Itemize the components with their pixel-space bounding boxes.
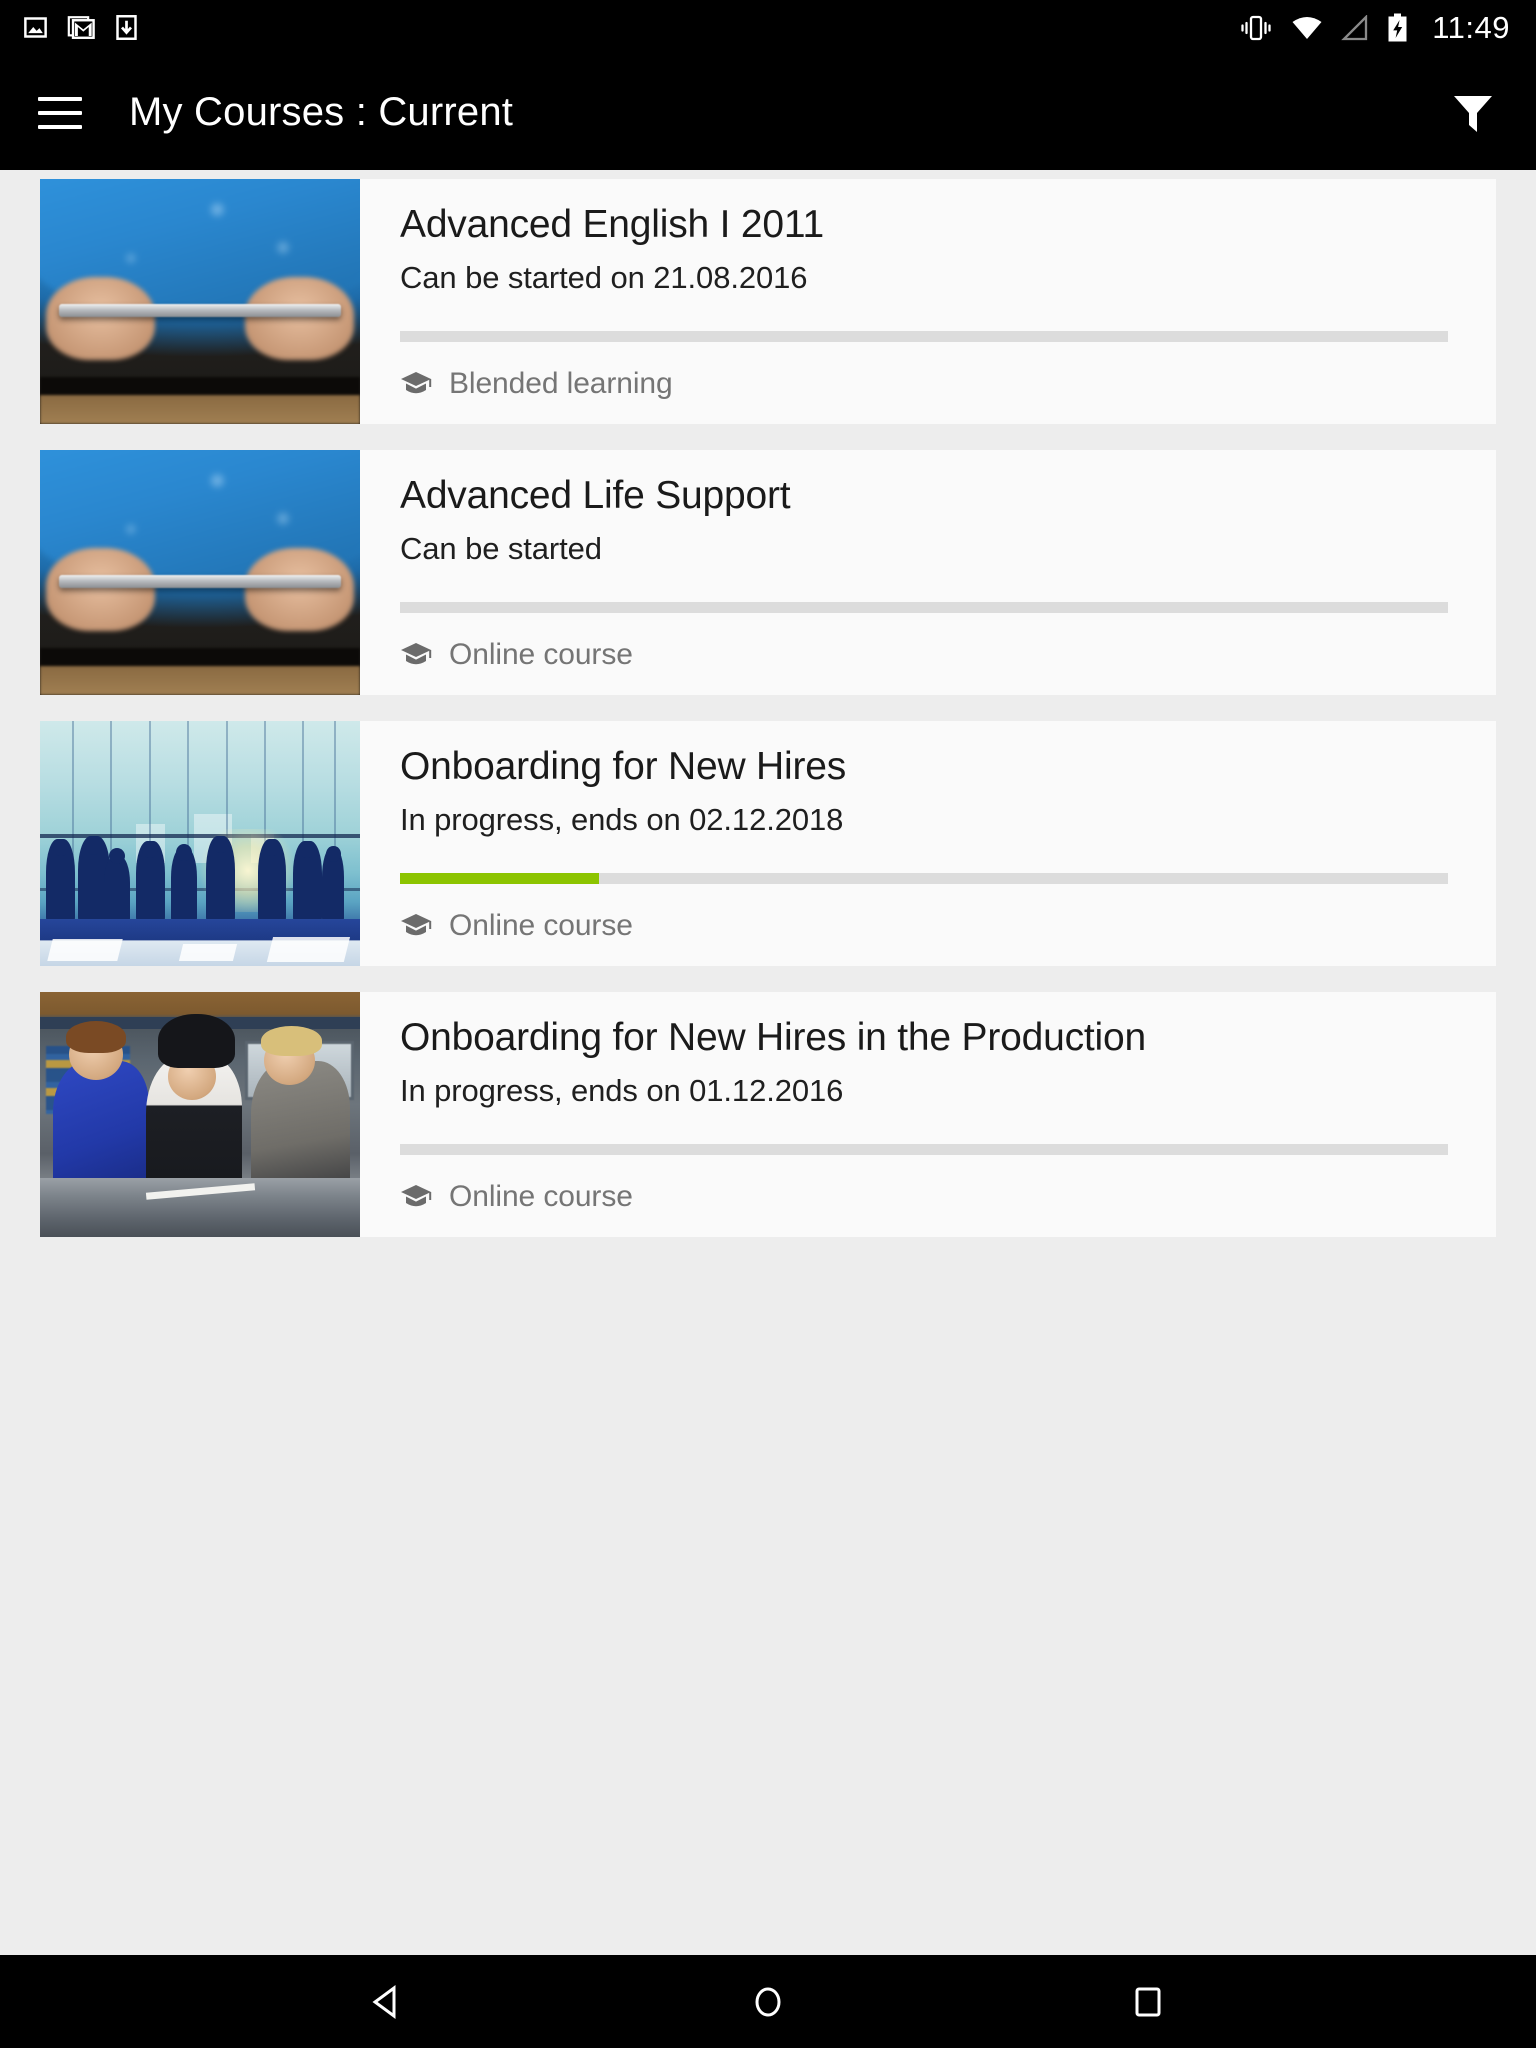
battery-charging-icon	[1388, 13, 1407, 41]
course-type-label: Blended learning	[449, 367, 673, 400]
course-thumbnail	[40, 450, 360, 695]
app-bar: My Courses : Current	[0, 55, 1536, 170]
course-type-row: Online course	[400, 638, 633, 672]
graduation-cap-icon	[401, 1185, 432, 1207]
course-status: Can be started on 21.08.2016	[400, 259, 808, 295]
course-list: Advanced English I 2011 Can be started o…	[0, 170, 1536, 1955]
page-title: My Courses : Current	[129, 90, 514, 134]
download-icon	[116, 15, 137, 40]
course-progress-bar	[400, 1144, 1448, 1155]
hamburger-menu-icon[interactable]	[38, 96, 82, 129]
signal-icon	[1341, 14, 1368, 40]
course-progress-fill	[400, 873, 600, 884]
gmail-icon	[67, 16, 95, 39]
course-progress-bar	[400, 331, 1448, 342]
status-bar: 11:49	[0, 0, 1536, 55]
course-status: Can be started	[400, 530, 602, 566]
course-status: In progress, ends on 01.12.2016	[400, 1072, 844, 1108]
course-thumbnail	[40, 992, 360, 1237]
course-card-body: Onboarding for New Hires in the Producti…	[360, 992, 1496, 1237]
course-type-row: Online course	[400, 909, 633, 943]
course-type-row: Blended learning	[400, 367, 673, 401]
vibrate-icon	[1241, 15, 1271, 40]
recents-icon[interactable]	[1113, 1967, 1183, 2037]
course-status: In progress, ends on 02.12.2018	[400, 801, 844, 837]
home-icon[interactable]	[733, 1967, 803, 2037]
course-type-label: Online course	[449, 909, 633, 942]
graduation-cap-icon	[401, 372, 432, 394]
course-title: Advanced Life Support	[400, 474, 791, 517]
course-type-row: Online course	[400, 1180, 633, 1214]
course-card[interactable]: Advanced English I 2011 Can be started o…	[40, 179, 1496, 424]
course-type-label: Online course	[449, 638, 633, 671]
course-progress-bar	[400, 602, 1448, 613]
filter-funnel-icon[interactable]	[1440, 80, 1506, 146]
graduation-cap-icon	[401, 643, 432, 665]
course-progress-bar	[400, 873, 1448, 884]
status-bar-left-icons	[22, 13, 139, 42]
course-card-body: Onboarding for New Hires In progress, en…	[360, 721, 1496, 966]
course-type-label: Online course	[449, 1180, 633, 1213]
back-icon[interactable]	[353, 1967, 423, 2037]
course-title: Onboarding for New Hires	[400, 745, 847, 788]
status-bar-right-icons: 11:49	[1239, 10, 1510, 46]
course-card-body: Advanced English I 2011 Can be started o…	[360, 179, 1496, 424]
graduation-cap-icon	[401, 914, 432, 936]
course-card[interactable]: Onboarding for New Hires in the Producti…	[40, 992, 1496, 1237]
course-card[interactable]: Advanced Life Support Can be started Onl…	[40, 450, 1496, 695]
course-thumbnail	[40, 721, 360, 966]
android-navigation-bar	[0, 1955, 1536, 2048]
course-title: Advanced English I 2011	[400, 203, 824, 246]
status-bar-clock: 11:49	[1432, 9, 1510, 45]
wifi-icon	[1292, 16, 1322, 39]
course-card[interactable]: Onboarding for New Hires In progress, en…	[40, 721, 1496, 966]
course-thumbnail	[40, 179, 360, 424]
image-icon	[24, 17, 47, 38]
course-card-body: Advanced Life Support Can be started Onl…	[360, 450, 1496, 695]
course-title: Onboarding for New Hires in the Producti…	[400, 1016, 1146, 1059]
